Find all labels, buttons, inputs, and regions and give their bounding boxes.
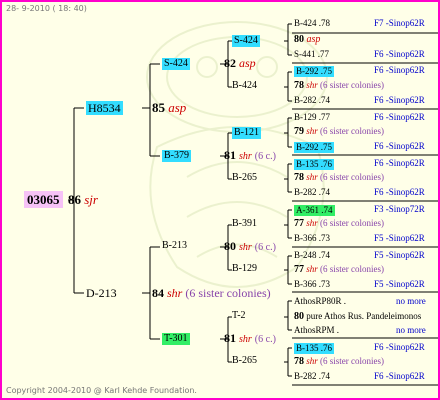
date-stamp: 28- 9-2010 ( 18: 40) xyxy=(6,4,87,13)
g3-t2[interactable]: T-2 xyxy=(232,311,246,321)
g4-id[interactable]: B-366 .73 xyxy=(294,234,330,243)
g3-s424[interactable]: S-424 xyxy=(232,35,260,47)
ds-id[interactable]: B-213 xyxy=(162,241,187,251)
ss-info: 82 asp xyxy=(224,56,256,70)
g4-info: 78 shr (6 sister colonies) xyxy=(294,172,384,183)
g4-right: F5 -Sinop62R xyxy=(374,279,425,289)
g4-id[interactable]: S-441 .77 xyxy=(294,50,329,59)
pedigree-frame: 28- 9-2010 ( 18: 40) 03065 86 sjr H8534 … xyxy=(0,0,440,400)
g4-id[interactable]: B-282 .74 xyxy=(294,188,330,197)
g3-b121[interactable]: B-121 xyxy=(232,127,261,139)
dam-id[interactable]: D-213 xyxy=(86,287,117,299)
g4-right: F5 -Sinop62R xyxy=(374,250,425,260)
g4-id[interactable]: B-129 .77 xyxy=(294,113,330,122)
g4-right: F6 -Sinop62R xyxy=(374,95,425,105)
g4-id[interactable]: B-135 .76 xyxy=(294,159,334,170)
g4-right: F6 -Sinop62R xyxy=(374,158,425,168)
g4-info: 80 asp xyxy=(294,34,321,45)
g4-id[interactable]: AthosRP80R . xyxy=(294,297,346,306)
g4-right: no more xyxy=(396,296,426,306)
g4-right: F6 -Sinop62R xyxy=(374,342,425,352)
sire-info: 85 asp xyxy=(152,100,187,115)
dd-info: 81 shr (6 c.) xyxy=(224,331,276,345)
g4-id[interactable]: B-424 .78 xyxy=(294,19,330,28)
g4-info: 80 pure Athos Rus. Pandeleimonos xyxy=(294,311,422,322)
g4-id[interactable]: A-361 .74 xyxy=(294,205,335,216)
ds-info: 80 shr (6 c.) xyxy=(224,239,276,253)
g4-right: F6 -Sinop62R xyxy=(374,141,425,151)
g4-right: F6 -Sinop62R xyxy=(374,187,425,197)
g4-id[interactable]: B-292 .75 xyxy=(294,142,334,153)
g4-info: 79 shr (6 sister colonies) xyxy=(294,126,384,137)
g4-info: 78 shr (6 sister colonies) xyxy=(294,356,384,367)
copyright: Copyright 2004-2010 @ Karl Kehde Foundat… xyxy=(6,386,197,395)
root-id-label: 03065 xyxy=(24,191,63,208)
root-id[interactable]: 03065 xyxy=(24,191,63,208)
g4-id[interactable]: B-135 .76 xyxy=(294,343,334,354)
sire-id[interactable]: H8534 xyxy=(86,101,123,115)
g4-right: F5 -Sinop62R xyxy=(374,233,425,243)
root-info: 86 sjr xyxy=(68,192,98,207)
g4-id[interactable]: B-366 .73 xyxy=(294,280,330,289)
g4-info: 78 shr (6 sister colonies) xyxy=(294,80,384,91)
g4-id[interactable]: AthosRPM . xyxy=(294,326,339,335)
sd-info: 81 shr (6 c.) xyxy=(224,148,276,162)
ss-id[interactable]: S-424 xyxy=(162,58,190,70)
g4-right: F6 -Sinop62R xyxy=(374,49,425,59)
g4-id[interactable]: B-282 .74 xyxy=(294,372,330,381)
g4-id[interactable]: B-282 .74 xyxy=(294,96,330,105)
g4-info: 77 shr (6 sister colonies) xyxy=(294,218,384,229)
g3-b265[interactable]: B-265 xyxy=(232,173,257,183)
g4-right: F6 -Sinop62R xyxy=(374,65,425,75)
g4-right: no more xyxy=(396,325,426,335)
g3-b265b[interactable]: B-265 xyxy=(232,356,257,366)
dam-info: 84 shr (6 sister colonies) xyxy=(152,286,271,300)
sd-id[interactable]: B-379 xyxy=(162,150,191,162)
g4-id[interactable]: B-292 .75 xyxy=(294,66,334,77)
g4-right: F3 -Sinop72R xyxy=(374,204,425,214)
g4-right: F7 -Sinop62R xyxy=(374,18,425,28)
g3-b129[interactable]: B-129 xyxy=(232,264,257,274)
g4-info: 77 shr (6 sister colonies) xyxy=(294,264,384,275)
dd-id[interactable]: T-301 xyxy=(162,333,190,345)
g4-right: F6 -Sinop62R xyxy=(374,112,425,122)
g4-right: F6 -Sinop62R xyxy=(374,371,425,381)
g3-b424[interactable]: B-424 xyxy=(232,81,257,91)
g4-id[interactable]: B-248 .74 xyxy=(294,251,330,260)
g3-b391[interactable]: B-391 xyxy=(232,219,257,229)
